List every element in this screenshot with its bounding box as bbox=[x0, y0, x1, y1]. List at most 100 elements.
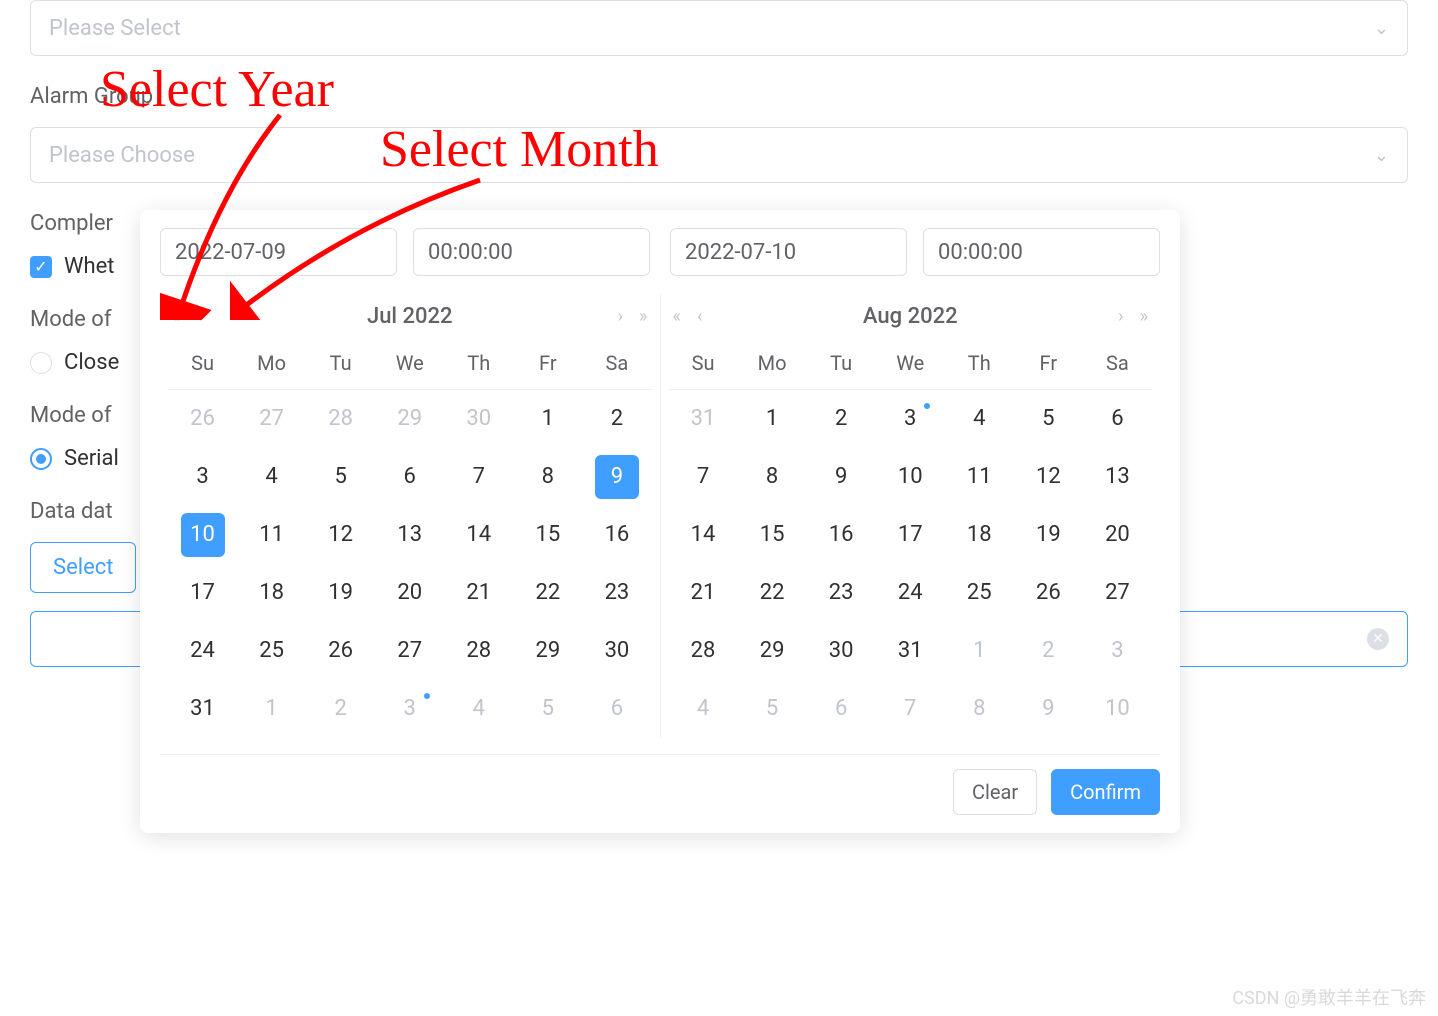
calendar-day[interactable]: 3 bbox=[168, 448, 237, 506]
calendar-day[interactable]: 31 bbox=[168, 680, 237, 738]
calendar-day[interactable]: 16 bbox=[582, 506, 651, 564]
calendar-day[interactable]: 10 bbox=[1083, 680, 1152, 738]
calendar-day[interactable]: 24 bbox=[168, 622, 237, 680]
calendar-day[interactable]: 25 bbox=[237, 622, 306, 680]
calendar-day[interactable]: 23 bbox=[807, 564, 876, 622]
top-select[interactable]: Please Select ⌄ bbox=[30, 0, 1408, 56]
calendar-day[interactable]: 23 bbox=[582, 564, 651, 622]
calendar-day[interactable]: 6 bbox=[582, 680, 651, 738]
end-time-input[interactable]: 00:00:00 bbox=[923, 228, 1160, 276]
confirm-button[interactable]: Confirm bbox=[1051, 769, 1160, 815]
start-date-input[interactable]: 2022-07-09 bbox=[160, 228, 397, 276]
calendar-day[interactable]: 9 bbox=[807, 448, 876, 506]
calendar-day[interactable]: 17 bbox=[876, 506, 945, 564]
next-month-icon[interactable]: › bbox=[1118, 306, 1123, 327]
calendar-day[interactable]: 6 bbox=[1083, 390, 1152, 448]
calendar-day[interactable]: 1 bbox=[738, 390, 807, 448]
calendar-day[interactable]: 5 bbox=[1014, 390, 1083, 448]
calendar-day[interactable]: 26 bbox=[1014, 564, 1083, 622]
calendar-day[interactable]: 17 bbox=[168, 564, 237, 622]
calendar-day[interactable]: 28 bbox=[444, 622, 513, 680]
calendar-day[interactable]: 21 bbox=[669, 564, 738, 622]
calendar-day[interactable]: 29 bbox=[375, 390, 444, 448]
calendar-day[interactable]: 20 bbox=[375, 564, 444, 622]
calendar-day[interactable]: 12 bbox=[1014, 448, 1083, 506]
clear-button[interactable]: Clear bbox=[953, 769, 1037, 815]
calendar-day[interactable]: 13 bbox=[375, 506, 444, 564]
calendar-day[interactable]: 5 bbox=[738, 680, 807, 738]
calendar-day[interactable]: 15 bbox=[738, 506, 807, 564]
calendar-day[interactable]: 1 bbox=[513, 390, 582, 448]
calendar-day[interactable]: 9 bbox=[582, 448, 651, 506]
prev-year-icon[interactable]: « bbox=[673, 306, 681, 327]
calendar-day[interactable]: 8 bbox=[513, 448, 582, 506]
calendar-day[interactable]: 8 bbox=[945, 680, 1014, 738]
calendar-day[interactable]: 30 bbox=[444, 390, 513, 448]
calendar-day[interactable]: 14 bbox=[444, 506, 513, 564]
calendar-day[interactable]: 2 bbox=[1014, 622, 1083, 680]
calendar-day[interactable]: 16 bbox=[807, 506, 876, 564]
calendar-day[interactable]: 11 bbox=[945, 448, 1014, 506]
calendar-day[interactable]: 6 bbox=[375, 448, 444, 506]
next-month-icon[interactable]: › bbox=[618, 306, 623, 327]
calendar-day[interactable]: 31 bbox=[669, 390, 738, 448]
calendar-day[interactable]: 28 bbox=[306, 390, 375, 448]
prev-month-icon[interactable]: ‹ bbox=[697, 306, 702, 327]
calendar-day[interactable]: 1 bbox=[945, 622, 1014, 680]
radio-checked-icon[interactable] bbox=[30, 448, 52, 470]
calendar-day[interactable]: 7 bbox=[876, 680, 945, 738]
calendar-day[interactable]: 22 bbox=[738, 564, 807, 622]
select-date-button[interactable]: Select bbox=[30, 542, 136, 593]
calendar-day[interactable]: 2 bbox=[306, 680, 375, 738]
calendar-day[interactable]: 4 bbox=[945, 390, 1014, 448]
calendar-day[interactable]: 5 bbox=[306, 448, 375, 506]
calendar-day[interactable]: 26 bbox=[168, 390, 237, 448]
checkbox-checked-icon[interactable]: ✓ bbox=[30, 256, 52, 278]
calendar-day[interactable]: 19 bbox=[1014, 506, 1083, 564]
alarm-group-select[interactable]: Please Choose ⌄ bbox=[30, 127, 1408, 183]
calendar-day[interactable]: 29 bbox=[513, 622, 582, 680]
calendar-day[interactable]: 29 bbox=[738, 622, 807, 680]
end-date-input[interactable]: 2022-07-10 bbox=[670, 228, 907, 276]
clear-range-icon[interactable]: ✕ bbox=[1367, 628, 1389, 650]
calendar-day[interactable]: 14 bbox=[669, 506, 738, 564]
calendar-left-title[interactable]: Jul 2022 bbox=[367, 304, 453, 329]
calendar-day[interactable]: 3 bbox=[375, 680, 444, 738]
prev-year-icon[interactable]: « bbox=[172, 306, 180, 327]
calendar-day[interactable]: 27 bbox=[1083, 564, 1152, 622]
calendar-day[interactable]: 10 bbox=[168, 506, 237, 564]
calendar-day[interactable]: 18 bbox=[945, 506, 1014, 564]
next-year-icon[interactable]: » bbox=[639, 306, 647, 327]
calendar-day[interactable]: 19 bbox=[306, 564, 375, 622]
calendar-day[interactable]: 4 bbox=[444, 680, 513, 738]
calendar-day[interactable]: 31 bbox=[876, 622, 945, 680]
calendar-day[interactable]: 24 bbox=[876, 564, 945, 622]
calendar-day[interactable]: 30 bbox=[807, 622, 876, 680]
next-year-icon[interactable]: » bbox=[1140, 306, 1148, 327]
calendar-day[interactable]: 18 bbox=[237, 564, 306, 622]
calendar-day[interactable]: 3 bbox=[1083, 622, 1152, 680]
calendar-day[interactable]: 26 bbox=[306, 622, 375, 680]
calendar-day[interactable]: 25 bbox=[945, 564, 1014, 622]
calendar-day[interactable]: 30 bbox=[582, 622, 651, 680]
calendar-day[interactable]: 2 bbox=[582, 390, 651, 448]
calendar-day[interactable]: 1 bbox=[237, 680, 306, 738]
calendar-day[interactable]: 7 bbox=[444, 448, 513, 506]
calendar-right-title[interactable]: Aug 2022 bbox=[863, 304, 958, 329]
calendar-day[interactable]: 21 bbox=[444, 564, 513, 622]
calendar-day[interactable]: 4 bbox=[237, 448, 306, 506]
calendar-day[interactable]: 8 bbox=[738, 448, 807, 506]
calendar-day[interactable]: 12 bbox=[306, 506, 375, 564]
calendar-day[interactable]: 20 bbox=[1083, 506, 1152, 564]
calendar-day[interactable]: 15 bbox=[513, 506, 582, 564]
calendar-day[interactable]: 13 bbox=[1083, 448, 1152, 506]
calendar-day[interactable]: 27 bbox=[237, 390, 306, 448]
calendar-day[interactable]: 22 bbox=[513, 564, 582, 622]
calendar-day[interactable]: 9 bbox=[1014, 680, 1083, 738]
calendar-day[interactable]: 10 bbox=[876, 448, 945, 506]
calendar-day[interactable]: 7 bbox=[669, 448, 738, 506]
prev-month-icon[interactable]: ‹ bbox=[196, 306, 201, 327]
calendar-day[interactable]: 11 bbox=[237, 506, 306, 564]
radio-unchecked-icon[interactable] bbox=[30, 352, 52, 374]
calendar-day[interactable]: 3 bbox=[876, 390, 945, 448]
